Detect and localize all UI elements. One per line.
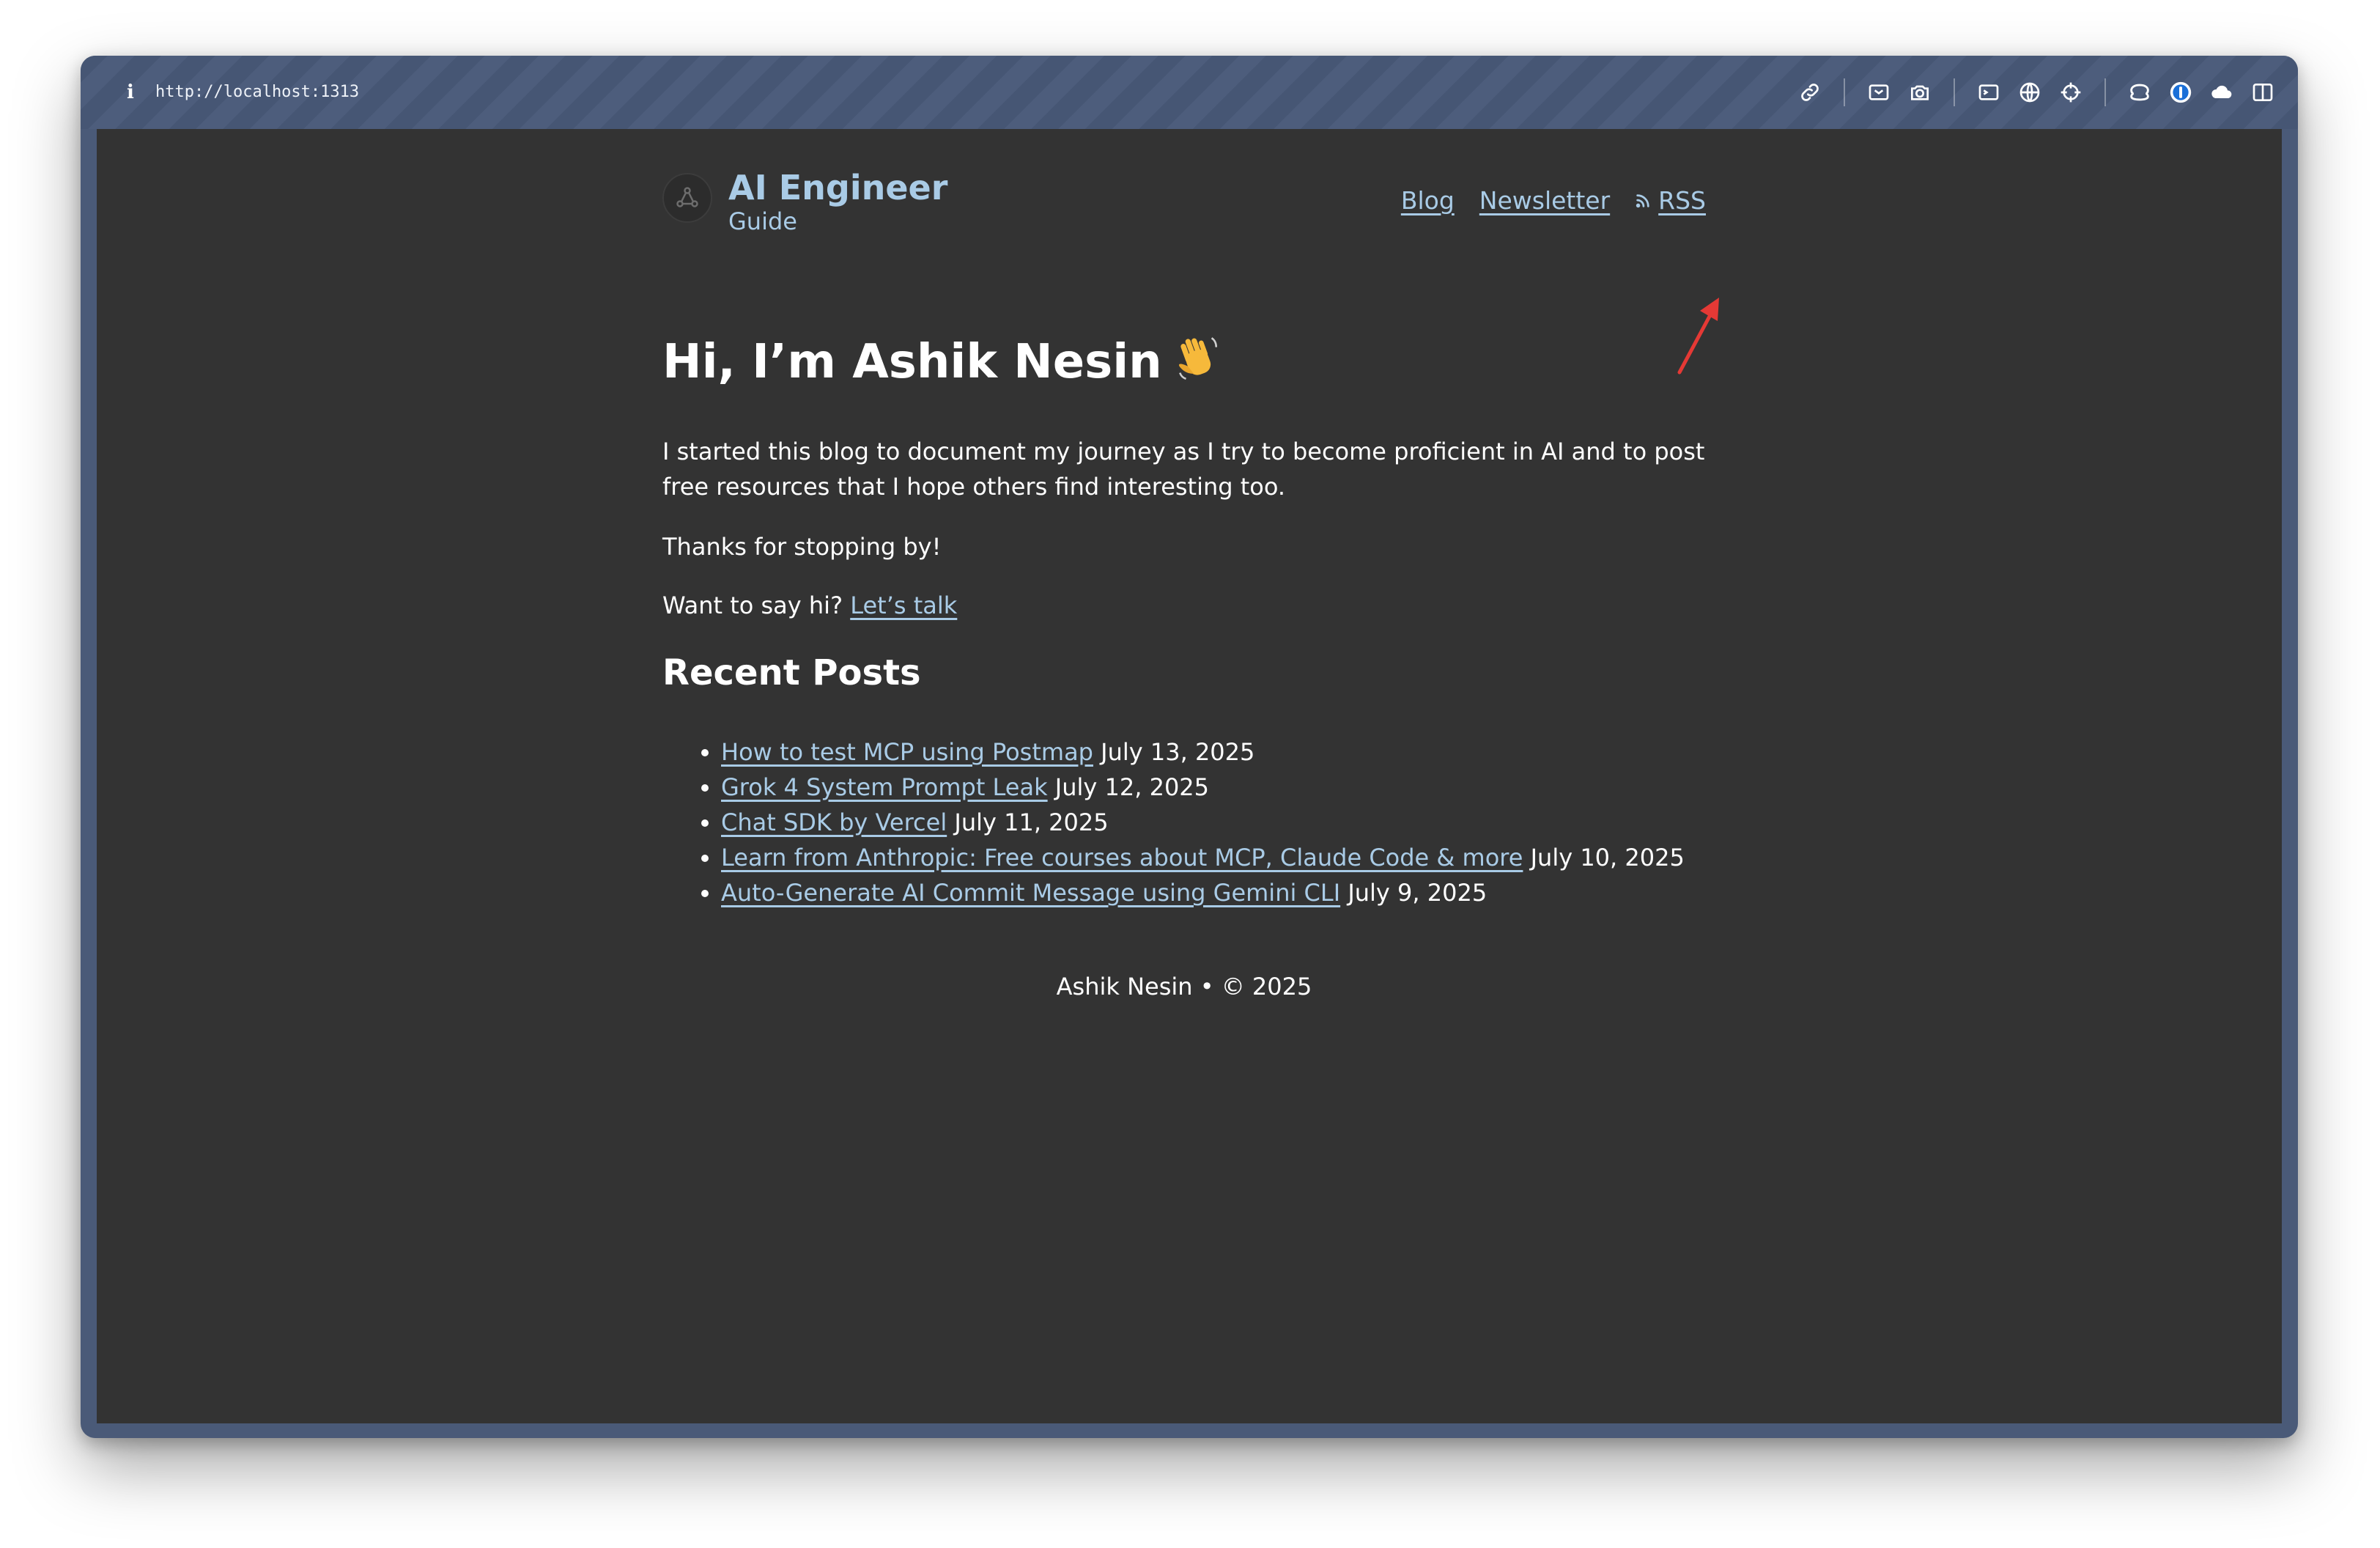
brand-title[interactable]: AI Engineer — [728, 167, 947, 208]
site-footer: Ashik Nesin • © 2025 — [1056, 973, 1312, 1000]
nav-rss-link[interactable]: RSS — [1635, 185, 1706, 217]
list-item: How to test MCP using Postmap July 13, 2… — [721, 734, 1685, 770]
post-link[interactable]: Auto-Generate AI Commit Message using Ge… — [721, 879, 1340, 907]
toolbar-separator — [1844, 78, 1845, 106]
sidebar-icon[interactable] — [2248, 78, 2277, 107]
rss-icon — [1635, 193, 1651, 209]
toolbar-icons — [1789, 75, 2283, 110]
password-manager-icon[interactable] — [2166, 78, 2195, 107]
brand-subtitle[interactable]: Guide — [728, 207, 797, 236]
intro-heading-text: Hi, I’m Ashik Nesin — [662, 335, 1162, 389]
site-nav: Blog Newsletter RSS — [1376, 185, 1706, 217]
link-icon[interactable] — [1795, 78, 1825, 107]
post-link[interactable]: How to test MCP using Postmap — [721, 738, 1093, 766]
site-logo[interactable] — [662, 173, 712, 223]
toolbar-separator — [2104, 78, 2106, 106]
list-item: Grok 4 System Prompt Leak July 12, 2025 — [721, 770, 1685, 805]
intro-paragraph: I started this blog to document my journ… — [662, 438, 1705, 501]
post-link[interactable]: Learn from Anthropic: Free courses about… — [721, 844, 1523, 871]
nav-blog-link[interactable]: Blog — [1401, 185, 1455, 217]
annotation-arrow — [1674, 290, 1732, 381]
lets-talk-link[interactable]: Let’s talk — [850, 591, 957, 619]
crosshair-icon[interactable] — [2056, 78, 2085, 107]
post-date: July 13, 2025 — [1101, 738, 1255, 766]
post-link[interactable]: Grok 4 System Prompt Leak — [721, 773, 1048, 801]
cloud-icon[interactable] — [2207, 78, 2236, 107]
nav-newsletter-link[interactable]: Newsletter — [1479, 185, 1610, 217]
terminal-icon[interactable] — [1974, 78, 2003, 107]
post-date: July 11, 2025 — [954, 808, 1109, 836]
browser-toolbar: i http://localhost:1313 — [81, 56, 2298, 129]
browser-window: i http://localhost:1313 AI Engineer Guid… — [81, 56, 2298, 1438]
list-item: Chat SDK by Vercel July 11, 2025 — [721, 805, 1685, 840]
say-hi-text: Want to say hi? Let’s talk — [662, 588, 1706, 623]
site-header: AI Engineer Guide Blog Newsletter RSS — [662, 129, 1706, 276]
main-column: AI Engineer Guide Blog Newsletter RSS Hi… — [662, 129, 1719, 1000]
info-icon[interactable]: i — [123, 78, 138, 107]
camera-icon[interactable] — [1905, 78, 1934, 107]
post-date: July 9, 2025 — [1348, 879, 1488, 907]
toolbar-separator — [1954, 78, 1955, 106]
nav-rss-label: RSS — [1658, 186, 1706, 215]
recent-posts-heading: Recent Posts — [662, 652, 921, 693]
post-link[interactable]: Chat SDK by Vercel — [721, 808, 947, 836]
list-item: Learn from Anthropic: Free courses about… — [721, 840, 1685, 875]
screenshot-icon[interactable] — [1864, 78, 1893, 107]
list-item: Auto-Generate AI Commit Message using Ge… — [721, 875, 1685, 910]
globe-icon[interactable] — [2015, 78, 2044, 107]
extensions-icon[interactable] — [2125, 78, 2154, 107]
intro-heading: Hi, I’m Ashik Nesin — [662, 333, 1222, 396]
page-content: AI Engineer Guide Blog Newsletter RSS Hi… — [97, 129, 2282, 1423]
post-date: July 10, 2025 — [1530, 844, 1685, 871]
thanks-text: Thanks for stopping by! — [662, 533, 942, 561]
waving-hand-icon — [1174, 333, 1222, 396]
recent-posts-list: How to test MCP using Postmap July 13, 2… — [662, 734, 1685, 910]
url-bar[interactable]: http://localhost:1313 — [155, 78, 359, 107]
post-date: July 12, 2025 — [1054, 773, 1210, 801]
say-hi-prefix: Want to say hi? — [662, 591, 851, 619]
